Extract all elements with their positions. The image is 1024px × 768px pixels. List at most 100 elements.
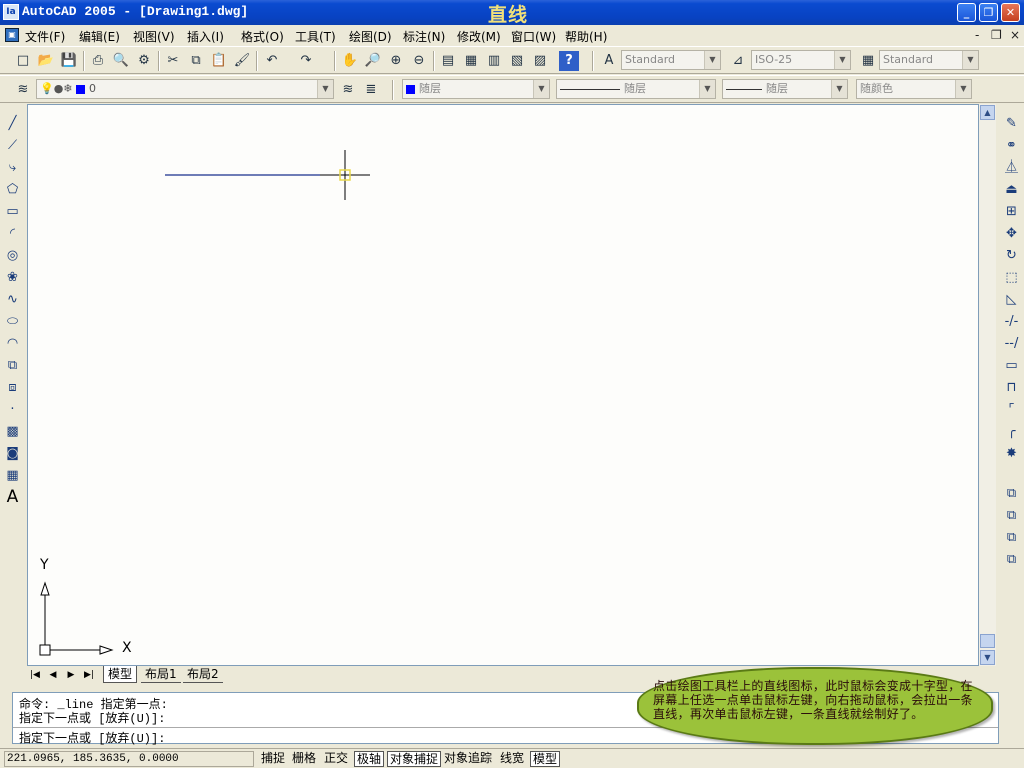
arc-icon[interactable]: ◜ bbox=[3, 224, 22, 243]
draw-order-back-icon[interactable]: ⧉ bbox=[1002, 506, 1021, 525]
snap-toggle[interactable]: 捕捉 bbox=[259, 751, 287, 767]
menu-edit[interactable]: 编辑(E) bbox=[79, 28, 120, 45]
draw-order-above-icon[interactable]: ⧉ bbox=[1002, 528, 1021, 547]
tab-model[interactable]: 模型 bbox=[103, 666, 138, 683]
polygon-icon[interactable]: ⬠ bbox=[3, 180, 22, 199]
menu-dimension[interactable]: 标注(N) bbox=[403, 28, 445, 45]
table-style-icon[interactable]: ▦ bbox=[858, 51, 878, 71]
revision-cloud-icon[interactable]: ❀ bbox=[3, 268, 22, 287]
first-tab-icon[interactable]: |◀ bbox=[27, 668, 43, 682]
autocad-app-icon[interactable]: Ia bbox=[3, 4, 19, 20]
menu-window[interactable]: 窗口(W) bbox=[511, 28, 556, 45]
prev-tab-icon[interactable]: ◀ bbox=[45, 668, 61, 682]
draw-order-front-icon[interactable]: ⧉ bbox=[1002, 484, 1021, 503]
point-icon[interactable]: · bbox=[3, 400, 22, 419]
tool-palettes-icon[interactable]: ▥ bbox=[484, 51, 504, 71]
make-block-icon[interactable]: ⧈ bbox=[3, 378, 22, 397]
sheet-set-icon[interactable]: ▧ bbox=[507, 51, 527, 71]
cut-icon[interactable]: ✂ bbox=[163, 51, 183, 71]
fillet-icon[interactable]: ╭ bbox=[1002, 422, 1021, 441]
zoom-window-icon[interactable]: ⊕ bbox=[386, 51, 406, 71]
move-icon[interactable]: ✥ bbox=[1002, 224, 1021, 243]
table-style-select[interactable]: Standard ▼ bbox=[879, 50, 979, 70]
layer-manager-icon[interactable]: ≋ bbox=[13, 80, 33, 100]
lineweight-control-select[interactable]: 随层 ▼ bbox=[722, 79, 848, 99]
match-properties-icon[interactable]: 🖌 bbox=[232, 51, 252, 71]
mdi-close-button[interactable]: × bbox=[1010, 28, 1020, 42]
properties-icon[interactable]: ▤ bbox=[438, 51, 458, 71]
scroll-down-icon[interactable]: ▼ bbox=[980, 650, 995, 665]
rectangle-icon[interactable]: ▭ bbox=[3, 202, 22, 221]
make-current-layer-icon[interactable]: ≋ bbox=[338, 80, 358, 100]
osnap-toggle[interactable]: 对象捕捉 bbox=[387, 751, 442, 767]
tab-layout2[interactable]: 布局2 bbox=[183, 666, 223, 683]
dim-style-icon[interactable]: ⊿ bbox=[728, 51, 748, 71]
paste-icon[interactable]: 📋 bbox=[209, 51, 229, 71]
circle-icon[interactable]: ◎ bbox=[3, 246, 22, 265]
help-icon[interactable]: ? bbox=[559, 51, 579, 71]
otrack-toggle[interactable]: 对象追踪 bbox=[442, 751, 494, 767]
ellipse-arc-icon[interactable]: ◠ bbox=[3, 334, 22, 353]
document-icon[interactable]: ▣ bbox=[5, 28, 19, 42]
scale-icon[interactable]: ⬚ bbox=[1002, 268, 1021, 287]
design-center-icon[interactable]: ▦ bbox=[461, 51, 481, 71]
insert-block-icon[interactable]: ⧉ bbox=[3, 356, 22, 375]
open-file-icon[interactable]: 📂 bbox=[36, 51, 56, 71]
tab-layout1[interactable]: 布局1 bbox=[141, 666, 181, 683]
region-icon[interactable]: ◙ bbox=[3, 444, 22, 463]
array-icon[interactable]: ⊞ bbox=[1002, 202, 1021, 221]
next-tab-icon[interactable]: ▶ bbox=[63, 668, 79, 682]
menu-insert[interactable]: 插入(I) bbox=[187, 28, 224, 45]
text-style-select[interactable]: Standard ▼ bbox=[621, 50, 721, 70]
dim-style-select[interactable]: ISO-25 ▼ bbox=[751, 50, 851, 70]
scroll-up-icon[interactable]: ▲ bbox=[980, 105, 995, 120]
copy-object-icon[interactable]: ⚭ bbox=[1002, 136, 1021, 155]
vertical-scrollbar[interactable]: ▲ ▼ bbox=[979, 104, 996, 666]
multiline-text-icon[interactable]: A bbox=[3, 488, 22, 507]
pan-icon[interactable]: ✋ bbox=[340, 51, 360, 71]
grid-toggle[interactable]: 栅格 bbox=[290, 751, 318, 767]
scroll-thumb[interactable] bbox=[980, 634, 995, 648]
plotstyle-control-select[interactable]: 随颜色 ▼ bbox=[856, 79, 972, 99]
publish-icon[interactable]: ⚙ bbox=[134, 51, 154, 71]
layer-previous-icon[interactable]: ≣ bbox=[361, 80, 381, 100]
erase-icon[interactable]: ✎ bbox=[1002, 114, 1021, 133]
layer-select[interactable]: 💡●❄ 0 ▼ bbox=[36, 79, 334, 99]
last-tab-icon[interactable]: ▶| bbox=[81, 668, 97, 682]
explode-icon[interactable]: ✸ bbox=[1002, 444, 1021, 463]
ortho-toggle[interactable]: 正交 bbox=[322, 751, 350, 767]
draw-order-under-icon[interactable]: ⧉ bbox=[1002, 550, 1021, 569]
menu-draw[interactable]: 绘图(D) bbox=[349, 28, 392, 45]
menu-tools[interactable]: 工具(T) bbox=[295, 28, 336, 45]
menu-view[interactable]: 视图(V) bbox=[133, 28, 175, 45]
zoom-realtime-icon[interactable]: 🔎 bbox=[363, 51, 383, 71]
plot-preview-icon[interactable]: 🔍 bbox=[111, 51, 131, 71]
break-at-point-icon[interactable]: ▭ bbox=[1002, 356, 1021, 375]
model-toggle[interactable]: 模型 bbox=[530, 751, 561, 767]
new-file-icon[interactable]: □ bbox=[13, 51, 33, 71]
close-button[interactable]: ✕ bbox=[1001, 3, 1020, 22]
ellipse-icon[interactable]: ⬭ bbox=[3, 312, 22, 331]
table-icon[interactable]: ▦ bbox=[3, 466, 22, 485]
text-style-icon[interactable]: A bbox=[599, 51, 619, 71]
chamfer-icon[interactable]: ⌜ bbox=[1002, 400, 1021, 419]
coordinate-display[interactable]: 221.0965, 185.3635, 0.0000 bbox=[4, 751, 254, 767]
mirror-icon[interactable]: ⏅ bbox=[1002, 158, 1021, 177]
hatch-icon[interactable]: ▩ bbox=[3, 422, 22, 441]
spline-icon[interactable]: ∿ bbox=[3, 290, 22, 309]
rotate-icon[interactable]: ↻ bbox=[1002, 246, 1021, 265]
menu-format[interactable]: 格式(O) bbox=[241, 28, 284, 45]
redo-icon[interactable]: ↷ bbox=[296, 51, 316, 71]
restore-button[interactable]: ❐ bbox=[979, 3, 998, 22]
offset-icon[interactable]: ⏏ bbox=[1002, 180, 1021, 199]
zoom-previous-icon[interactable]: ⊖ bbox=[409, 51, 429, 71]
extend-icon[interactable]: --/ bbox=[1002, 334, 1021, 353]
linetype-control-select[interactable]: 随层 ▼ bbox=[556, 79, 716, 99]
copy-icon[interactable]: ⧉ bbox=[186, 51, 206, 71]
mdi-minimize-button[interactable]: - bbox=[975, 28, 979, 42]
construction-line-icon[interactable]: ⟋ bbox=[3, 136, 22, 155]
trim-icon[interactable]: -/- bbox=[1002, 312, 1021, 331]
break-icon[interactable]: ⊓ bbox=[1002, 378, 1021, 397]
stretch-icon[interactable]: ◺ bbox=[1002, 290, 1021, 309]
menu-help[interactable]: 帮助(H) bbox=[565, 28, 607, 45]
